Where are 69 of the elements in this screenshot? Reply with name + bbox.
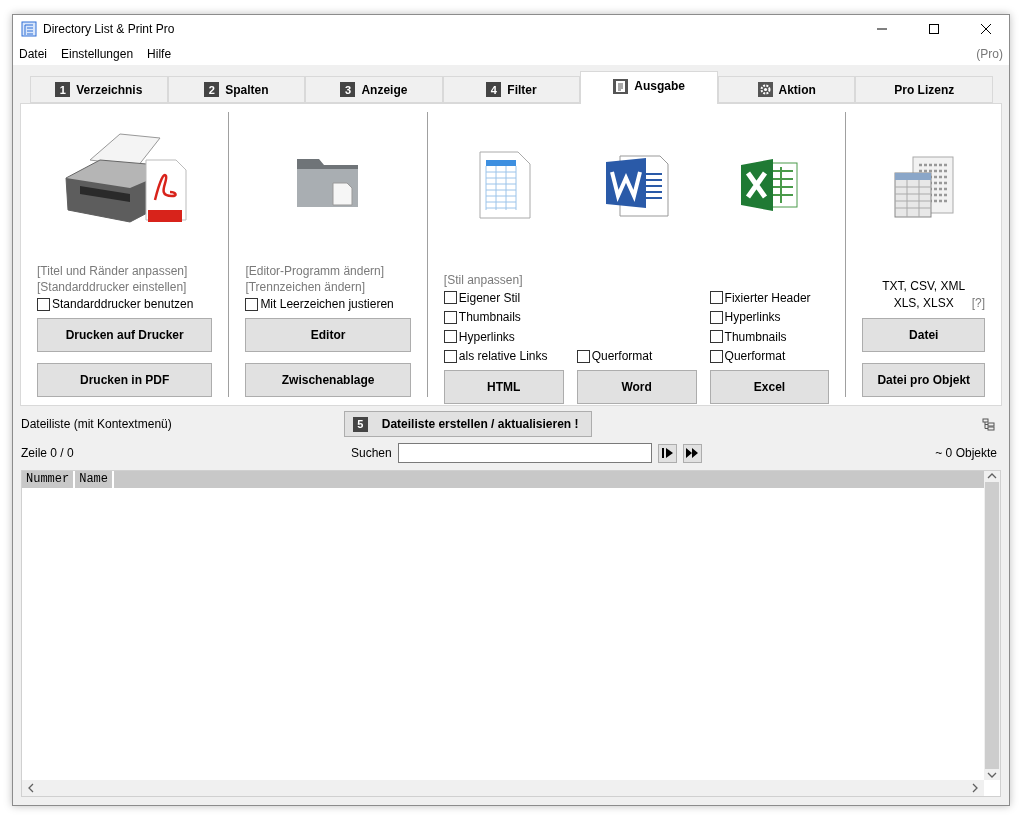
window-title: Directory List & Print Pro [43,22,176,36]
tab[interactable]: Ausgabe [580,71,718,104]
tab[interactable]: 1 Verzeichnis [30,76,168,103]
column-header[interactable]: Nummer [22,471,76,488]
gear-icon [757,82,773,97]
tab-number-badge: 2 [204,82,220,97]
checkbox[interactable]: Querformat [709,346,830,366]
checkbox[interactable]: als relative Links [443,346,564,366]
list-label: Dateiliste (mit Kontextmenü) [21,417,172,431]
action-button[interactable]: Drucken auf Drucker [37,318,213,352]
file-button[interactable]: Datei pro Objekt [862,363,985,397]
tab[interactable]: Pro Lizenz [855,76,994,103]
fast-forward-icon [686,448,699,458]
find-all-button[interactable] [682,443,702,463]
action-button[interactable]: Editor [245,318,411,352]
tab[interactable]: 2 Spalten [167,76,306,103]
tab-number-badge: 3 [340,82,356,97]
checkbox[interactable]: Querformat [576,346,697,366]
checkbox[interactable]: Mit Leerzeichen justieren [245,294,411,314]
object-count: ~ 0 Objekte [935,446,997,460]
export-button[interactable]: Excel [709,370,830,404]
find-next-button[interactable] [657,443,677,463]
search-label: Suchen [351,446,392,460]
checkbox[interactable]: Hyperlinks [709,307,830,327]
tab[interactable]: Aktion [717,76,856,103]
checkbox[interactable]: Standarddrucker benutzen [37,294,213,314]
horizontal-scrollbar[interactable] [22,780,984,796]
tab-number-badge: 1 [55,82,71,97]
action-button[interactable]: Zwischenablage [245,363,411,397]
checkbox[interactable]: Thumbnails [443,307,564,327]
vertical-scrollbar[interactable] [984,471,1000,780]
checkbox[interactable]: Eigener Stil [443,288,564,308]
scroll-left-icon[interactable] [26,783,36,793]
settings-link[interactable]: [Standarddrucker einstellen] [37,278,213,295]
scroll-right-icon[interactable] [970,783,980,793]
file-button[interactable]: Datei [862,318,985,352]
tree-view-icon[interactable] [982,417,995,431]
edition-label: (Pro) [976,47,1003,61]
menu-item[interactable]: Datei [19,47,47,61]
column-header[interactable]: Name [75,471,115,488]
checkbox[interactable]: Fixierter Header [709,288,830,308]
export-button[interactable]: Word [576,370,697,404]
style-link[interactable]: [Stil anpassen] [443,272,564,288]
document-icon [613,78,629,94]
checkbox[interactable]: Hyperlinks [443,327,564,347]
format-list: XLS, XLSX [893,295,954,312]
tab-number-badge: 4 [486,82,502,97]
settings-link[interactable]: [Titel und Ränder anpassen] [37,262,213,279]
app-icon [21,21,37,37]
export-button[interactable]: HTML [443,370,564,404]
search-field[interactable] [397,443,652,463]
create-list-button[interactable]: 5 Dateiliste erstellen / aktualisieren ! [343,411,592,437]
tab[interactable]: 3 Anzeige [305,76,443,103]
close-icon [981,24,991,34]
help-link[interactable]: [?] [971,295,985,312]
row-counter: Zeile 0 / 0 [21,446,75,460]
tab[interactable]: 4 Filter [442,76,581,103]
action-button[interactable]: Drucken in PDF [37,363,213,397]
settings-link[interactable]: [Trennzeichen ändern] [245,278,411,295]
scroll-down-icon[interactable] [987,770,997,780]
menu-item[interactable]: Hilfe [147,47,172,61]
settings-link[interactable]: [Editor-Programm ändern] [245,262,411,279]
checkbox[interactable]: Thumbnails [709,327,830,347]
format-list: TXT, CSV, XML [882,278,966,295]
file-list-table[interactable]: Nummer Name [21,470,1001,797]
maximize-icon [929,24,939,34]
step-play-icon [661,448,673,458]
scroll-up-icon[interactable] [987,471,997,481]
menu-item[interactable]: Einstellungen [61,47,134,61]
